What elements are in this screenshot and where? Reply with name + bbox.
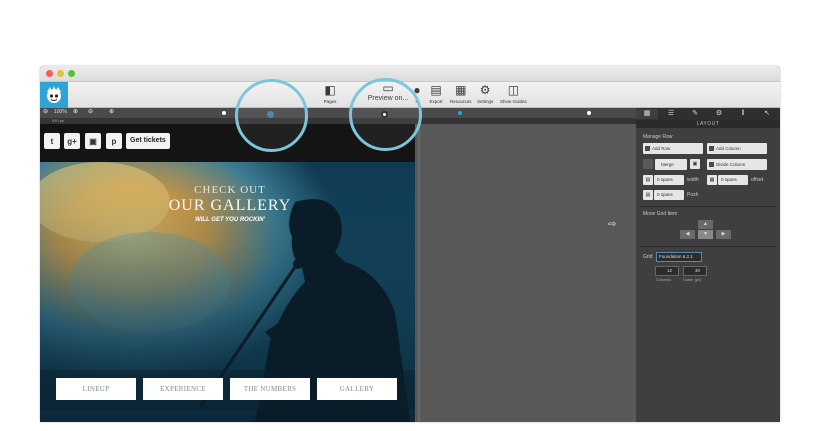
divide-column-button[interactable]: Divide Column xyxy=(707,159,767,170)
canvas-resize-handle[interactable] xyxy=(418,124,420,422)
breakpoint-marker[interactable] xyxy=(587,111,591,115)
instagram-icon[interactable]: ▣ xyxy=(85,133,101,149)
menu-tab-icon[interactable]: ☰ xyxy=(660,109,682,119)
export-button[interactable]: ▤ Export xyxy=(429,83,443,105)
hero-line-1: CHECK OUT xyxy=(194,184,266,196)
offset-icon: ▦ xyxy=(707,175,717,185)
add-column-icon xyxy=(709,146,714,151)
guides-icon: ◫ xyxy=(507,83,520,97)
merge-right-icon[interactable]: ▣ xyxy=(690,159,700,169)
gear-icon: ⚙ xyxy=(479,83,491,97)
push-spans-select[interactable]: 0 spans xyxy=(654,190,684,200)
gutter-stepper[interactable]: 30 xyxy=(683,266,707,276)
merge-button[interactable]: Merge xyxy=(655,159,687,170)
twitter-icon[interactable]: t xyxy=(44,133,60,149)
site-nav-row: LINEUP EXPERIENCE THE NUMBERS GALLERY xyxy=(40,370,415,410)
move-right-button[interactable]: ▶ xyxy=(716,230,731,239)
zoom-out-icon[interactable]: ⊖ xyxy=(43,109,48,116)
add-column-button[interactable]: Add Column xyxy=(707,143,767,154)
push-icon: ▤ xyxy=(643,190,653,200)
resources-icon: ▦ xyxy=(455,83,467,97)
width-label: width xyxy=(687,177,699,183)
library-tab-icon[interactable]: ‖ xyxy=(732,109,754,119)
offset-label: offset xyxy=(751,177,764,183)
settings-button[interactable]: ⚙ Settings xyxy=(477,83,493,105)
add-row-button[interactable]: Add Row xyxy=(643,143,703,154)
panel-divider xyxy=(640,206,776,207)
get-tickets-button[interactable]: Get tickets xyxy=(126,133,170,149)
pinterest-icon[interactable]: p xyxy=(106,133,122,149)
layout-tab-icon[interactable]: ▦ xyxy=(636,109,658,119)
export-icon: ▤ xyxy=(430,83,442,97)
grid-label: Grid xyxy=(643,254,653,260)
canvas-width: 910 px xyxy=(52,118,65,123)
nav-button-numbers[interactable]: THE NUMBERS xyxy=(230,378,310,400)
maximize-window-button[interactable] xyxy=(68,70,75,77)
callout-breakpoint-handle xyxy=(381,111,388,118)
google-plus-icon[interactable]: g+ xyxy=(64,133,80,149)
app-logo xyxy=(40,82,68,108)
show-guides-button[interactable]: ◫ Show Guides xyxy=(500,83,527,105)
zoom-level: 100% xyxy=(54,109,67,115)
logo-mascot-icon xyxy=(47,86,61,103)
offset-spans-select[interactable]: 0 spans xyxy=(718,175,748,185)
width-icon: ▤ xyxy=(643,175,653,185)
remove-breakpoint-icon[interactable]: ⊖ xyxy=(88,109,93,116)
gear-tab-icon[interactable]: ⚙ xyxy=(708,109,730,119)
hero-heading: CHECK OUT OUR GALLERY WILL GET YOU ROCKI… xyxy=(155,184,305,223)
properties-panel: ▦ ☰ ✎ ⚙ ‖ ↖ LAYOUT Manage Row Add Row Ad… xyxy=(636,108,780,422)
move-down-button[interactable]: ▼ xyxy=(698,230,713,239)
push-label[interactable]: Push xyxy=(687,192,698,198)
screenshot-stage: ◧ Pages ▭ Preview on... ● P ▤ Export ▦ R… xyxy=(0,0,820,431)
nav-button-gallery[interactable]: GALLERY xyxy=(317,378,397,400)
merge-left-icon[interactable] xyxy=(643,159,653,169)
panel-tabs: ▦ ☰ ✎ ⚙ ‖ ↖ xyxy=(636,108,780,120)
hero-line-3: WILL GET YOU ROCKIN' xyxy=(195,217,265,223)
panel-divider xyxy=(640,246,776,247)
brush-tab-icon[interactable]: ✎ xyxy=(684,109,706,119)
columns-label: Columns xyxy=(656,278,671,282)
design-canvas[interactable]: t g+ ▣ p Get tickets CHECK OUT OUR GALLE… xyxy=(40,124,636,422)
breakpoint-bar: ⊖ 100% ⊕ ⊖ ⊕ xyxy=(40,108,636,118)
width-spans-select[interactable]: 0 spans xyxy=(654,175,684,185)
manage-row-label: Manage Row xyxy=(643,134,673,140)
pages-icon: ◧ xyxy=(324,83,336,97)
divide-column-icon xyxy=(709,162,714,167)
callout-breakpoint-dot xyxy=(267,111,274,118)
move-grid-item-label: Move Grid Item xyxy=(643,211,678,217)
panel-section-title: LAYOUT xyxy=(636,120,780,128)
move-left-button[interactable]: ◀ xyxy=(680,230,695,239)
add-row-icon xyxy=(645,146,650,151)
resources-button[interactable]: ▦ Resources xyxy=(450,83,472,105)
add-breakpoint-icon[interactable]: ⊕ xyxy=(109,109,114,116)
move-up-button[interactable]: ▲ xyxy=(698,220,713,229)
hero-line-2: OUR GALLERY xyxy=(168,197,292,214)
columns-stepper[interactable]: 12 xyxy=(655,266,679,276)
close-window-button[interactable] xyxy=(46,70,53,77)
zoom-in-icon[interactable]: ⊕ xyxy=(73,109,78,116)
title-bar xyxy=(40,66,780,82)
nav-button-lineup[interactable]: LINEUP xyxy=(56,378,136,400)
minimize-window-button[interactable] xyxy=(57,70,64,77)
nav-button-experience[interactable]: EXPERIENCE xyxy=(143,378,223,400)
page-preview: t g+ ▣ p Get tickets CHECK OUT OUR GALLE… xyxy=(40,124,415,422)
pages-button[interactable]: ◧ Pages xyxy=(323,83,337,105)
gutter-label: Gutter (px) xyxy=(683,278,702,282)
resize-cursor-icon: ⇨ xyxy=(608,219,617,230)
pointer-tab-icon[interactable]: ↖ xyxy=(756,109,778,119)
grid-framework-field[interactable]: Foundation 6.2.1 xyxy=(656,252,702,262)
breakpoint-marker[interactable] xyxy=(222,111,226,115)
breakpoint-marker-active[interactable] xyxy=(458,111,462,115)
hero-section: CHECK OUT OUR GALLERY WILL GET YOU ROCKI… xyxy=(40,162,415,422)
